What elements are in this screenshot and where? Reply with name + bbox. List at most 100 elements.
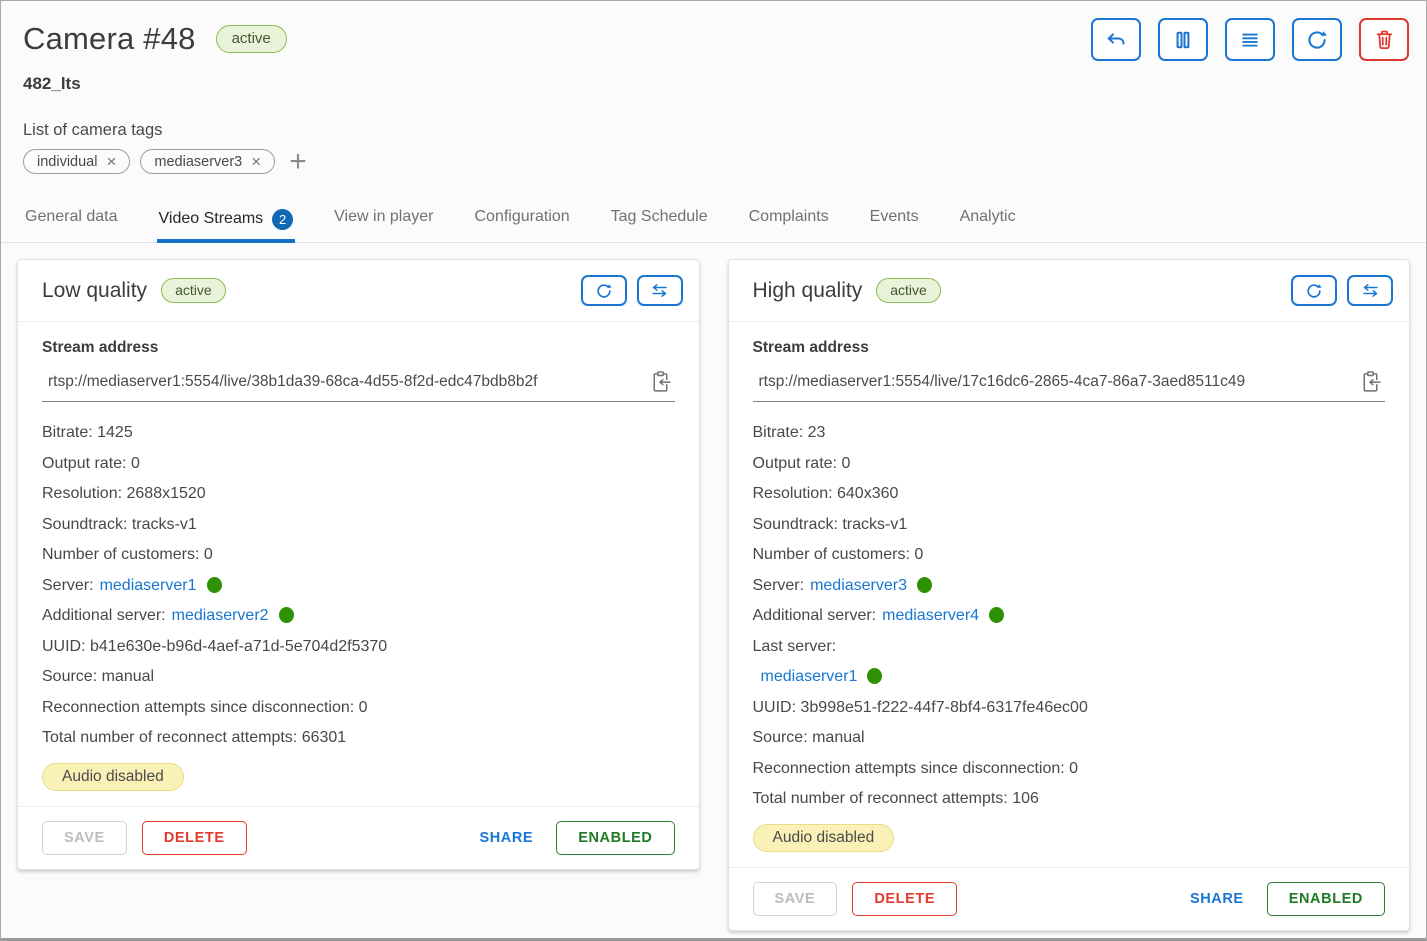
detail-uuid: UUID: 3b998e51-f222-44f7-8bf4-6317fe46ec… — [753, 693, 1386, 724]
add-tag-icon[interactable]: + — [289, 152, 307, 172]
remove-tag-icon[interactable]: × — [106, 153, 116, 170]
detail-reconnection-attempts: Reconnection attempts since disconnectio… — [753, 754, 1386, 785]
detail-output-rate: Output rate: 0 — [42, 449, 675, 480]
camera-name: 482_lts — [23, 74, 1410, 94]
stream-status-badge: active — [161, 278, 226, 303]
save-button[interactable]: SAVE — [753, 882, 838, 916]
undo-button[interactable] — [1091, 18, 1141, 61]
stream-card-low-quality: Low quality active — [17, 259, 700, 870]
server-status-dot — [207, 577, 222, 593]
detail-source: Source: manual — [753, 723, 1386, 754]
tags-label: List of camera tags — [23, 121, 1410, 140]
stream-title: High quality — [753, 279, 863, 303]
detail-resolution: Resolution: 2688x1520 — [42, 479, 675, 510]
stream-details: Bitrate: 1425 Output rate: 0 Resolution:… — [42, 418, 675, 754]
stream-status-badge: active — [876, 278, 941, 303]
detail-bitrate: Bitrate: 1425 — [42, 418, 675, 449]
refresh-button[interactable] — [1292, 18, 1342, 61]
server-status-dot — [917, 577, 932, 593]
stream-address-label: Stream address — [42, 339, 675, 357]
tag-label: individual — [37, 154, 97, 170]
stream-address-input[interactable] — [759, 373, 1357, 391]
stream-address-input[interactable] — [48, 373, 646, 391]
tab-complaints[interactable]: Complaints — [747, 202, 831, 243]
header-toolbar — [1091, 18, 1409, 61]
detail-output-rate: Output rate: 0 — [753, 449, 1386, 480]
detail-total-reconnects: Total number of reconnect attempts: 106 — [753, 784, 1386, 815]
card-header: Low quality active — [18, 260, 699, 321]
copy-stream-address-button[interactable] — [1356, 369, 1385, 394]
tag-individual: individual × — [23, 149, 130, 174]
tab-analytic[interactable]: Analytic — [958, 202, 1018, 243]
tab-configuration[interactable]: Configuration — [472, 202, 571, 243]
detail-customers: Number of customers: 0 — [753, 540, 1386, 571]
stream-address-field — [753, 360, 1386, 402]
detail-uuid: UUID: b41e630e-b96d-4aef-a71d-5e704d2f53… — [42, 632, 675, 663]
tab-events[interactable]: Events — [868, 202, 921, 243]
video-streams-count-badge: 2 — [272, 209, 293, 230]
additional-server-link[interactable]: mediaserver4 — [882, 607, 979, 624]
undo-icon — [1103, 27, 1129, 53]
remove-tag-icon[interactable]: × — [251, 153, 261, 170]
detail-server: Server:mediaserver1 — [42, 571, 675, 602]
page-header: Camera #48 active 482_lts List of camera… — [1, 1, 1426, 174]
camera-details-page: Camera #48 active 482_lts List of camera… — [0, 0, 1427, 941]
copy-stream-address-button[interactable] — [646, 369, 675, 394]
enabled-toggle-button[interactable]: ENABLED — [556, 821, 674, 855]
stream-refresh-button[interactable] — [1291, 275, 1337, 306]
detail-last-server: mediaserver1 — [753, 662, 1386, 693]
delete-stream-button[interactable]: DELETE — [142, 821, 247, 855]
stream-cards-container: Low quality active — [1, 243, 1426, 941]
detail-customers: Number of customers: 0 — [42, 540, 675, 571]
tag-mediaserver3: mediaserver3 × — [140, 149, 275, 174]
server-link[interactable]: mediaserver3 — [810, 577, 907, 594]
refresh-icon — [1304, 27, 1330, 53]
detail-reconnection-attempts: Reconnection attempts since disconnectio… — [42, 693, 675, 724]
share-button[interactable]: SHARE — [1182, 883, 1252, 915]
detail-additional-server: Additional server:mediaserver4 — [753, 601, 1386, 632]
trash-icon — [1372, 27, 1397, 52]
share-button[interactable]: SHARE — [471, 822, 541, 854]
tab-view-in-player[interactable]: View in player — [332, 202, 435, 243]
swap-icon — [1360, 281, 1381, 300]
audio-disabled-badge: Audio disabled — [753, 824, 895, 852]
swap-icon — [649, 281, 670, 300]
pause-button[interactable] — [1158, 18, 1208, 61]
refresh-icon — [1304, 281, 1324, 301]
tab-general-data[interactable]: General data — [23, 202, 120, 243]
stream-swap-button[interactable] — [637, 275, 683, 306]
server-status-dot — [867, 668, 882, 684]
stream-address-label: Stream address — [753, 339, 1386, 357]
additional-server-link[interactable]: mediaserver2 — [172, 607, 269, 624]
tab-video-streams[interactable]: Video Streams 2 — [157, 202, 296, 243]
detail-source: Source: manual — [42, 662, 675, 693]
stream-refresh-button[interactable] — [581, 275, 627, 306]
stream-details: Bitrate: 23 Output rate: 0 Resolution: 6… — [753, 418, 1386, 815]
card-actions — [581, 275, 683, 306]
delete-camera-button[interactable] — [1359, 18, 1409, 61]
save-button[interactable]: SAVE — [42, 821, 127, 855]
server-link[interactable]: mediaserver1 — [100, 577, 197, 594]
list-icon — [1237, 27, 1263, 53]
last-server-link[interactable]: mediaserver1 — [761, 668, 858, 685]
enabled-toggle-button[interactable]: ENABLED — [1267, 882, 1385, 916]
detail-additional-server: Additional server:mediaserver2 — [42, 601, 675, 632]
stream-swap-button[interactable] — [1347, 275, 1393, 306]
page-title: Camera #48 — [23, 21, 196, 57]
clipboard-paste-icon — [648, 369, 673, 394]
card-footer: SAVE DELETE SHARE ENABLED — [729, 867, 1410, 930]
card-footer: SAVE DELETE SHARE ENABLED — [18, 806, 699, 869]
list-button[interactable] — [1225, 18, 1275, 61]
delete-stream-button[interactable]: DELETE — [852, 882, 957, 916]
tab-bar: General data Video Streams 2 View in pla… — [1, 202, 1426, 243]
tab-tag-schedule[interactable]: Tag Schedule — [609, 202, 710, 243]
server-status-dot — [279, 607, 294, 623]
stream-title: Low quality — [42, 279, 147, 303]
card-actions — [1291, 275, 1393, 306]
tag-label: mediaserver3 — [154, 154, 242, 170]
card-header: High quality active — [729, 260, 1410, 321]
detail-soundtrack: Soundtrack: tracks-v1 — [753, 510, 1386, 541]
camera-status-badge: active — [216, 25, 287, 53]
server-status-dot — [989, 607, 1004, 623]
detail-server: Server:mediaserver3 — [753, 571, 1386, 602]
